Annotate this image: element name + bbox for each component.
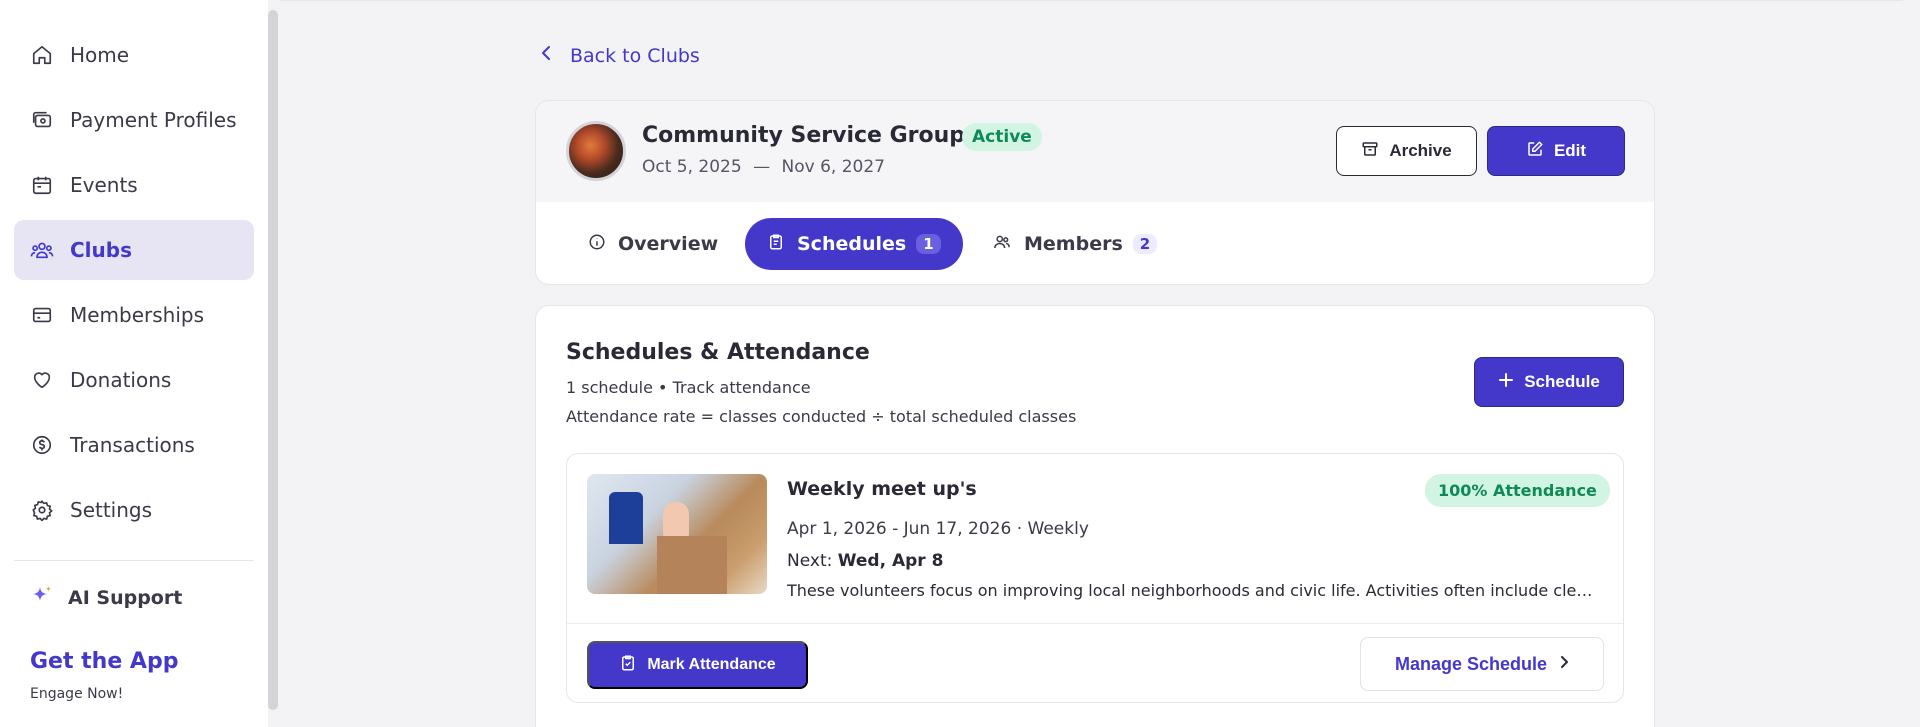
gear-icon (30, 498, 54, 522)
next-session-prefix: Next: (787, 551, 833, 571)
thumbnail-box-shape (657, 536, 727, 594)
tab-overview[interactable]: Overview (568, 218, 738, 270)
sidebar-item-label: Settings (70, 498, 153, 522)
archive-button-label: Archive (1389, 141, 1452, 160)
schedule-date-range: Apr 1, 2026 - Jun 17, 2026 · Weekly (787, 519, 1089, 539)
sidebar-item-label: Clubs (70, 238, 132, 262)
sidebar-item-label: Transactions (70, 433, 195, 457)
engage-now-text: Engage Now! (30, 686, 124, 702)
clipboard-check-icon (619, 654, 637, 677)
tab-label: Members (1024, 233, 1123, 255)
sidebar-item-clubs[interactable]: Clubs (14, 220, 254, 280)
wallet-icon (30, 108, 54, 132)
sidebar-item-donations[interactable]: Donations (14, 350, 254, 410)
sidebar-item-label: Home (70, 43, 130, 67)
sidebar-item-label: Payment Profiles (70, 108, 237, 132)
back-link-label: Back to Clubs (570, 44, 700, 67)
users-icon (992, 233, 1012, 256)
sidebar-item-settings[interactable]: Settings (14, 480, 254, 540)
tab-schedules[interactable]: Schedules 1 (745, 218, 963, 270)
archive-button[interactable]: Archive (1336, 126, 1477, 176)
edit-button-label: Edit (1553, 141, 1587, 160)
ai-support-link[interactable]: AI Support (30, 583, 268, 613)
info-icon (588, 233, 606, 256)
divider (567, 623, 1623, 624)
status-badge: Active (962, 123, 1042, 151)
add-schedule-button[interactable]: Schedule (1474, 357, 1624, 407)
sidebar-item-memberships[interactable]: Memberships (14, 285, 254, 345)
schedule-item: Weekly meet up's 100% Attendance Apr 1, … (566, 453, 1624, 703)
ai-support-label: AI Support (68, 587, 183, 609)
attendance-badge: 100% Attendance (1425, 474, 1610, 507)
thumbnail-volunteer-shape (609, 492, 643, 544)
users-icon (30, 238, 54, 262)
schedules-summary: 1 schedule • Track attendance (566, 378, 811, 397)
schedule-title: Weekly meet up's (787, 478, 977, 500)
manage-schedule-label: Manage Schedule (1394, 653, 1548, 674)
chevron-right-icon (1559, 654, 1569, 675)
home-icon (30, 43, 54, 67)
club-tabs: Overview Schedules 1 Members 2 (536, 202, 1654, 284)
club-start-date: Oct 5, 2025 (642, 157, 742, 177)
section-title: Schedules & Attendance (566, 340, 870, 365)
schedule-thumbnail (587, 474, 767, 594)
tab-label: Overview (618, 233, 719, 255)
tab-count-badge: 2 (1132, 234, 1158, 254)
thumbnail-child-shape (663, 502, 689, 538)
sidebar-item-home[interactable]: Home (14, 25, 254, 85)
sidebar-item-payment-profiles[interactable]: Payment Profiles (14, 90, 254, 150)
sidebar-nav: Home Payment Profiles Events Clubs Membe… (0, 0, 268, 540)
calendar-icon (30, 173, 54, 197)
heart-icon (30, 368, 54, 392)
club-avatar (566, 121, 626, 181)
add-schedule-label: Schedule (1524, 372, 1600, 391)
plus-icon (1498, 372, 1514, 393)
back-to-clubs-link[interactable]: Back to Clubs (540, 44, 700, 67)
edit-icon (1526, 140, 1544, 163)
sidebar-scrollbar[interactable] (268, 10, 278, 710)
attendance-rate-note: Attendance rate = classes conducted ÷ to… (566, 407, 1077, 426)
tab-members[interactable]: Members 2 (972, 218, 1177, 270)
next-session-date: Wed, Apr 8 (837, 551, 944, 571)
sidebar-divider (14, 560, 254, 561)
page-scrollbar[interactable] (1903, 0, 1920, 727)
sidebar-item-label: Memberships (70, 303, 205, 327)
next-session: Next: Wed, Apr 8 (787, 551, 943, 571)
clipboard-icon (767, 233, 785, 256)
tab-count-badge: 1 (916, 234, 941, 254)
schedules-card: Schedules & Attendance 1 schedule • Trac… (535, 305, 1655, 727)
mark-attendance-button[interactable]: Mark Attendance (587, 641, 808, 689)
sparkle-icon (30, 584, 54, 613)
club-title: Community Service Groups (642, 123, 979, 148)
manage-schedule-button[interactable]: Manage Schedule (1360, 637, 1604, 691)
club-date-range: Oct 5, 2025 — Nov 6, 2027 (642, 157, 885, 177)
archive-icon (1361, 140, 1379, 163)
club-header: Community Service Groups Active Oct 5, 2… (536, 101, 1654, 202)
club-end-date: Nov 6, 2027 (781, 157, 885, 177)
sidebar-item-label: Donations (70, 368, 172, 392)
get-the-app-heading[interactable]: Get the App (30, 649, 268, 674)
edit-button[interactable]: Edit (1487, 126, 1625, 176)
tab-label: Schedules (797, 233, 907, 255)
chevron-left-icon (540, 44, 552, 67)
date-separator: — (753, 157, 771, 177)
sidebar-item-events[interactable]: Events (14, 155, 254, 215)
club-header-card: Community Service Groups Active Oct 5, 2… (535, 100, 1655, 285)
sidebar-item-label: Events (70, 173, 138, 197)
dollar-icon (30, 433, 54, 457)
schedule-description: These volunteers focus on improving loca… (787, 581, 1597, 600)
card-icon (30, 303, 54, 327)
sidebar-item-transactions[interactable]: Transactions (14, 415, 254, 475)
sidebar: Home Payment Profiles Events Clubs Membe… (0, 0, 268, 727)
mark-attendance-label: Mark Attendance (647, 656, 776, 673)
